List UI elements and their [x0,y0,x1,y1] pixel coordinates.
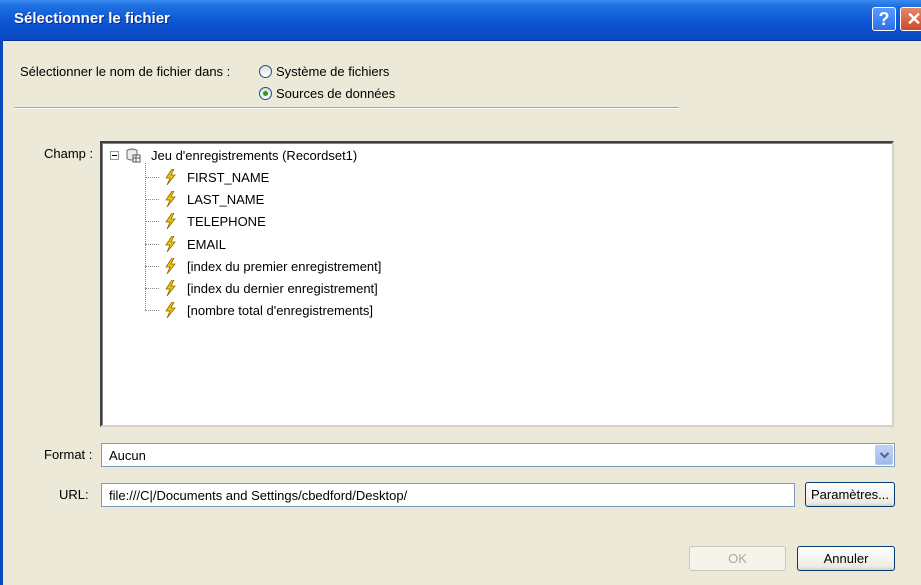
tree-connector [145,265,159,267]
separator [14,107,679,109]
field-bolt-icon [165,258,176,274]
radio-file-system[interactable]: Système de fichiers [259,64,389,79]
url-label: URL: [59,487,89,502]
radio-data-sources[interactable]: Sources de données [259,86,395,101]
tree-item-field[interactable]: EMAIL [145,234,226,254]
field-bolt-icon [165,213,176,229]
url-input[interactable]: file:///C|/Documents and Settings/cbedfo… [101,483,795,507]
cancel-button[interactable]: Annuler [797,546,895,571]
tree-connector [145,287,159,289]
format-value: Aucun [109,448,146,463]
tree-item-field[interactable]: [index du premier enregistrement] [145,256,381,276]
field-tree[interactable]: Jeu d'enregistrements (Recordset1) FIRST… [100,141,894,427]
tree-item-field[interactable]: TELEPHONE [145,211,266,231]
tree-connector [145,309,159,311]
tree-item-field[interactable]: LAST_NAME [145,189,264,209]
field-bolt-icon [165,280,176,296]
url-value: file:///C|/Documents and Settings/cbedfo… [109,488,408,503]
tree-item-field[interactable]: [nombre total d'enregistrements] [145,300,373,320]
ok-button[interactable]: OK [689,546,786,571]
close-button[interactable]: ✕ [900,7,921,31]
radio-file-system-circle[interactable] [259,65,272,78]
tree-connector [145,220,159,222]
field-bolt-icon [165,191,176,207]
chevron-down-icon[interactable] [875,445,893,465]
radio-data-sources-label: Sources de données [276,86,396,101]
tree-item-label: LAST_NAME [187,191,265,207]
tree-connector [145,198,159,200]
tree-item-label: EMAIL [187,236,227,252]
tree-connector [145,243,159,245]
collapse-icon[interactable] [110,150,119,160]
tree-root-recordset[interactable]: Jeu d'enregistrements (Recordset1) [110,147,357,163]
title-bar: Sélectionner le fichier ? ✕ [0,0,921,41]
recordset-icon [126,148,141,163]
tree-connector [145,176,159,178]
field-label: Champ : [44,146,94,161]
tree-item-label: TELEPHONE [187,213,266,229]
radio-data-sources-circle[interactable] [259,87,272,100]
parameters-button[interactable]: Paramètres... [805,482,895,507]
window-frame [0,40,3,585]
tree-item-field[interactable]: [index du dernier enregistrement] [145,278,378,298]
help-button[interactable]: ? [872,7,896,31]
format-label: Format : [44,447,93,462]
source-label: Sélectionner le nom de fichier dans : [20,64,231,79]
tree-root-label: Jeu d'enregistrements (Recordset1) [151,147,358,163]
tree-item-label: [nombre total d'enregistrements] [187,302,374,318]
tree-item-field[interactable]: FIRST_NAME [145,167,269,187]
field-bolt-icon [165,302,176,318]
field-bolt-icon [165,236,176,252]
tree-item-label: [index du premier enregistrement] [187,258,382,274]
format-select[interactable]: Aucun [101,443,895,467]
tree-item-label: [index du dernier enregistrement] [187,280,378,296]
tree-item-label: FIRST_NAME [187,169,270,185]
field-bolt-icon [165,169,176,185]
radio-file-system-label: Système de fichiers [276,64,390,79]
window-title: Sélectionner le fichier [14,10,170,27]
